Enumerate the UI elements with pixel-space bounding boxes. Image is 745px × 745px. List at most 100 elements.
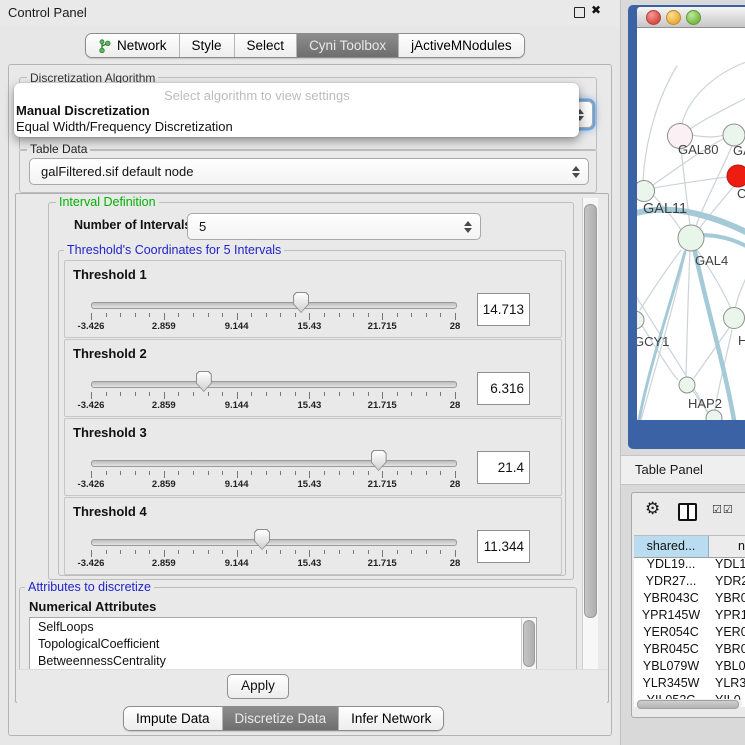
network-edge[interactable] xyxy=(654,177,727,188)
table-panel-header: Table Panel xyxy=(621,455,745,485)
threshold-block-3: Threshold 3-3.4262.8599.14415.4321.71528… xyxy=(64,418,562,496)
table-row[interactable]: YER054C YER0 xyxy=(634,624,745,641)
control-panel: Control Panel ✖ NetworkStyleSelectCyni T… xyxy=(0,0,620,745)
network-edge[interactable] xyxy=(692,135,723,137)
axis-label: -3.426 xyxy=(78,400,105,411)
table-row[interactable]: YBR043C YBR0 xyxy=(634,590,745,607)
tick-mark xyxy=(411,471,412,475)
tab-network[interactable]: Network xyxy=(86,34,179,57)
cell-shared-name[interactable]: YBL079W xyxy=(634,658,708,675)
cell-shared-name[interactable]: YPR145W xyxy=(634,607,708,624)
column-header-name[interactable]: na xyxy=(709,536,745,557)
cell-shared-name[interactable]: YBR043C xyxy=(634,590,708,607)
gear-icon[interactable]: ⚙ xyxy=(645,499,660,519)
table-horizontal-scrollbar[interactable] xyxy=(636,699,742,708)
main-vertical-scrollbar[interactable] xyxy=(582,198,598,698)
scrollbar-thumb[interactable] xyxy=(584,204,597,618)
tab-style[interactable]: Style xyxy=(179,34,234,57)
column-header-shared-name[interactable]: shared... xyxy=(634,536,709,557)
table-row[interactable]: YPR145W YPR1 xyxy=(634,607,745,624)
cell-shared-name[interactable]: YBR045C xyxy=(634,641,708,658)
columns-icon[interactable] xyxy=(678,503,697,521)
cell-shared-name[interactable]: YER054C xyxy=(634,624,708,641)
cell-shared-name[interactable]: YDR27... xyxy=(634,573,708,590)
zoom-light[interactable] xyxy=(686,10,701,25)
network-edge[interactable] xyxy=(735,278,745,310)
slider-handle[interactable] xyxy=(371,450,387,471)
threshold-label: Threshold 3 xyxy=(73,425,147,440)
tick-mark xyxy=(426,550,427,554)
numerical-attributes-list[interactable]: SelfLoopsTopologicalCoefficientBetweenne… xyxy=(29,617,537,671)
cell-name[interactable]: YBL0 xyxy=(715,658,745,675)
attribute-item-topologicalcoefficient[interactable]: TopologicalCoefficient xyxy=(38,637,159,654)
cell-name[interactable]: YBR0 xyxy=(715,590,745,607)
slider-handle[interactable] xyxy=(293,292,309,313)
network-node[interactable] xyxy=(678,225,704,251)
threshold-value-field[interactable]: 11.344 xyxy=(477,530,530,563)
dropdown-placeholder: Select algorithm to view settings xyxy=(164,88,350,103)
cell-shared-name[interactable]: YDL19... xyxy=(634,556,708,573)
table-row[interactable]: YDL19... YDL1 xyxy=(634,556,745,573)
tab-cyni-toolbox[interactable]: Cyni Toolbox xyxy=(296,34,398,57)
close-icon[interactable]: ✖ xyxy=(591,3,601,17)
scrollbar-thumb[interactable] xyxy=(523,620,535,667)
network-node[interactable] xyxy=(724,308,745,329)
interval-definition-label: Interval Definition xyxy=(56,195,159,209)
tab-infer-network[interactable]: Infer Network xyxy=(338,707,443,730)
cell-name[interactable]: YLR3 xyxy=(715,675,745,692)
axis-label: 9.144 xyxy=(225,400,249,411)
table-row[interactable]: YDR27... YDR2 xyxy=(634,573,745,590)
cell-name[interactable]: YDL1 xyxy=(715,556,745,573)
list-vertical-scrollbar[interactable] xyxy=(521,618,536,670)
number-of-intervals-combobox[interactable]: 5 xyxy=(187,213,481,240)
table-row[interactable]: YBL079W YBL0 xyxy=(634,658,745,675)
dropdown-option-equal-width-frequency-discretization[interactable]: Equal Width/Frequency Discretization xyxy=(16,119,233,134)
tab-select[interactable]: Select xyxy=(234,34,297,57)
network-icon xyxy=(98,39,111,53)
tick-mark xyxy=(353,471,354,475)
threshold-value-field[interactable]: 14.713 xyxy=(477,293,530,326)
tick-mark xyxy=(368,471,369,475)
threshold-value-field[interactable]: 6.316 xyxy=(477,372,530,405)
network-node[interactable] xyxy=(679,377,695,393)
close-light[interactable] xyxy=(646,10,661,25)
checkboxes-icon[interactable]: ☑☑ xyxy=(712,503,734,516)
cell-name[interactable]: YPR1 xyxy=(715,607,745,624)
network-edge[interactable] xyxy=(686,251,690,376)
axis-label: 21.715 xyxy=(368,400,397,411)
slider-track[interactable] xyxy=(91,381,457,388)
tick-mark xyxy=(91,313,92,320)
table-row[interactable]: YBR045C YBR0 xyxy=(634,641,745,658)
cell-name[interactable]: YBR0 xyxy=(715,641,745,658)
apply-button[interactable]: Apply xyxy=(227,674,289,699)
network-edge[interactable] xyxy=(643,66,677,180)
axis-label: 21.715 xyxy=(368,558,397,569)
slider-handle[interactable] xyxy=(196,371,212,392)
scrollbar-thumb[interactable] xyxy=(637,700,739,709)
cell-name[interactable]: YDR2 xyxy=(715,573,745,590)
network-node[interactable] xyxy=(637,181,655,202)
tick-mark xyxy=(411,313,412,317)
slider-handle[interactable] xyxy=(254,529,270,550)
cell-shared-name[interactable]: YLR345W xyxy=(634,675,708,692)
minimize-light[interactable] xyxy=(666,10,681,25)
threshold-value-field[interactable]: 21.4 xyxy=(477,451,530,484)
tab-discretize-data[interactable]: Discretize Data xyxy=(222,707,339,730)
tab-impute-data[interactable]: Impute Data xyxy=(124,707,222,730)
network-edge[interactable] xyxy=(640,250,681,310)
network-node[interactable] xyxy=(727,165,745,187)
attribute-item-selfloops[interactable]: SelfLoops xyxy=(38,620,94,637)
table-row[interactable]: YLR345W YLR3 xyxy=(634,675,745,692)
cell-name[interactable]: YER0 xyxy=(715,624,745,641)
slider-track[interactable] xyxy=(91,539,457,546)
tick-mark xyxy=(426,313,427,317)
slider-track[interactable] xyxy=(91,302,457,309)
slider-track[interactable] xyxy=(91,460,457,467)
dropdown-option-manual-discretization[interactable]: Manual Discretization xyxy=(16,103,150,118)
float-window-icon[interactable] xyxy=(574,7,585,18)
network-canvas[interactable]: GAL80GACGAL11GAL4GCY1HHAP2 xyxy=(637,28,745,420)
tick-mark xyxy=(193,392,194,396)
tab-jactivemnodules[interactable]: jActiveMNodules xyxy=(398,34,524,57)
table-data-combobox[interactable]: galFiltered.sif default node xyxy=(29,158,589,185)
tick-mark xyxy=(91,392,92,399)
